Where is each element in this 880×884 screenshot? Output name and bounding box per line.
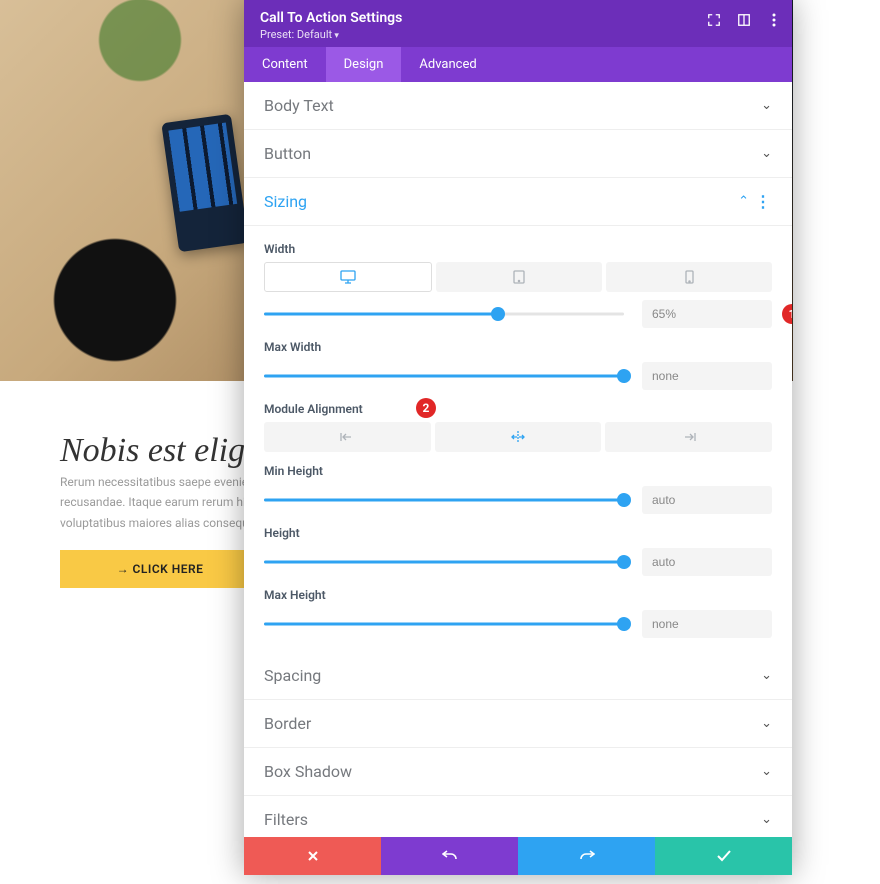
chevron-down-icon: ⌄ — [761, 716, 772, 731]
chevron-down-icon: ⌄ — [761, 668, 772, 683]
annotation-2: 2 — [416, 398, 436, 418]
accordion-label: Border — [264, 714, 311, 733]
accordion-label: Spacing — [264, 666, 321, 685]
chevron-down-icon: ⌄ — [761, 764, 772, 779]
cancel-button[interactable] — [244, 837, 381, 875]
desktop-icon — [340, 270, 356, 284]
width-input[interactable] — [642, 300, 772, 328]
phone-icon — [685, 270, 694, 284]
align-right-icon — [682, 432, 696, 442]
accordion-spacing[interactable]: Spacing ⌄ — [244, 652, 792, 700]
modal-tabs: Content Design Advanced — [244, 47, 792, 82]
chevron-down-icon: ⌄ — [761, 812, 772, 827]
sizing-panel: Width — [244, 226, 792, 652]
chevron-down-icon: ⌄ — [761, 146, 772, 161]
chevron-down-icon: ⌄ — [761, 98, 772, 113]
align-center-icon — [511, 431, 525, 443]
accordion-border[interactable]: Border ⌄ — [244, 700, 792, 748]
align-right-button[interactable] — [605, 422, 772, 452]
alignment-segment: 2 — [264, 422, 772, 452]
height-slider[interactable] — [264, 550, 624, 574]
annotation-1: 1 — [782, 304, 792, 324]
device-phone-button[interactable] — [606, 262, 772, 292]
min-height-label: Min Height — [264, 464, 772, 478]
max-width-label: Max Width — [264, 340, 772, 354]
close-icon — [307, 850, 319, 862]
max-height-slider[interactable] — [264, 612, 624, 636]
accordion-sizing[interactable]: Sizing ⌃ ⋮ — [244, 178, 792, 226]
max-width-input[interactable] — [642, 362, 772, 390]
height-input[interactable] — [642, 548, 772, 576]
page-title: Nobis est elig — [60, 432, 245, 470]
accordion-box-shadow[interactable]: Box Shadow ⌄ — [244, 748, 792, 796]
redo-button[interactable] — [518, 837, 655, 875]
width-slider[interactable] — [264, 302, 624, 326]
sizing-options-icon[interactable]: ⋮ — [755, 192, 772, 211]
min-height-slider[interactable] — [264, 488, 624, 512]
phone-graphic — [161, 114, 248, 252]
accordion-body-text[interactable]: Body Text ⌄ — [244, 82, 792, 130]
undo-button[interactable] — [381, 837, 518, 875]
redo-icon — [579, 849, 595, 863]
chevron-up-icon: ⌃ — [738, 194, 749, 209]
max-height-label: Max Height — [264, 588, 772, 602]
max-height-input[interactable] — [642, 610, 772, 638]
module-alignment-label: Module Alignment — [264, 402, 772, 416]
save-button[interactable] — [655, 837, 792, 875]
tab-advanced[interactable]: Advanced — [401, 47, 494, 82]
accordion-label: Body Text — [264, 96, 334, 115]
accordion-label: Box Shadow — [264, 762, 352, 781]
max-width-slider[interactable] — [264, 364, 624, 388]
min-height-input[interactable] — [642, 486, 772, 514]
expand-icon[interactable] — [706, 12, 722, 28]
height-label: Height — [264, 526, 772, 540]
align-center-button[interactable] — [435, 422, 602, 452]
tab-design[interactable]: Design — [326, 47, 402, 82]
tablet-icon — [513, 270, 525, 284]
accordion-button[interactable]: Button ⌄ — [244, 130, 792, 178]
accordion-filters[interactable]: Filters ⌄ — [244, 796, 792, 837]
preset-dropdown[interactable]: Preset: Default — [260, 28, 776, 41]
more-icon[interactable] — [766, 12, 782, 28]
align-left-icon — [340, 432, 354, 442]
accordion-label: Button — [264, 144, 311, 163]
accordion-label: Filters — [264, 810, 308, 829]
device-desktop-button[interactable] — [264, 262, 432, 292]
device-segment — [264, 262, 772, 292]
undo-icon — [442, 849, 458, 863]
modal-footer — [244, 837, 792, 875]
modal-title: Call To Action Settings — [260, 10, 776, 26]
accordion-label: Sizing — [264, 192, 307, 211]
align-left-button[interactable] — [264, 422, 431, 452]
click-here-button[interactable]: → CLICK HERE — [60, 550, 260, 588]
settings-modal: Call To Action Settings Preset: Default … — [244, 0, 792, 875]
width-label: Width — [264, 242, 772, 256]
tab-content[interactable]: Content — [244, 47, 326, 82]
check-icon — [717, 850, 731, 862]
modal-header: Call To Action Settings Preset: Default — [244, 0, 792, 47]
responsive-toggle-icon[interactable] — [736, 12, 752, 28]
device-tablet-button[interactable] — [436, 262, 602, 292]
